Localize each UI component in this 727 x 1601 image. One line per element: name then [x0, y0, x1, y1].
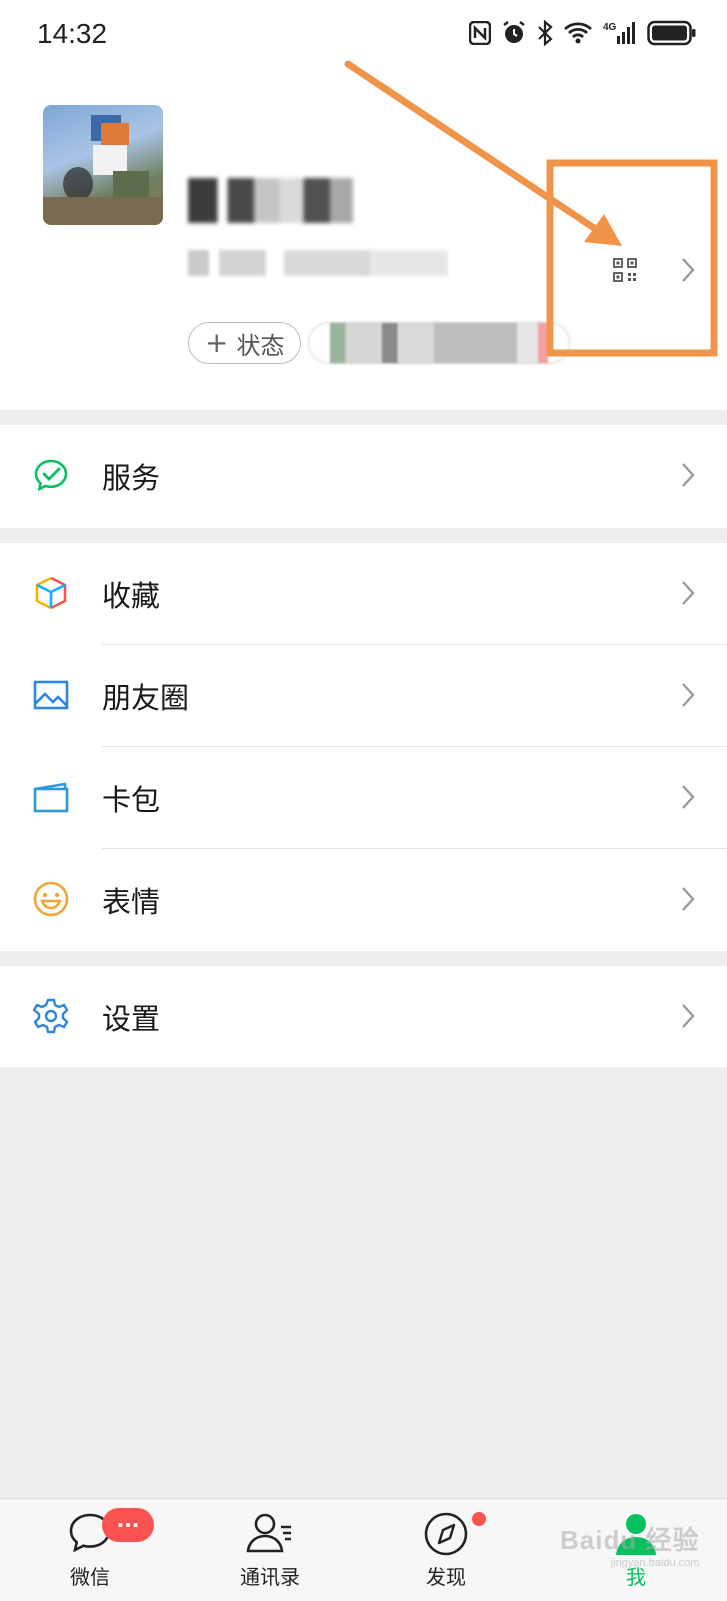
menu-item-stickers[interactable]: 表情 — [0, 849, 727, 949]
menu-item-settings[interactable]: 设置 — [0, 966, 727, 1066]
status-button-label: 状态 — [236, 331, 285, 360]
tab-label: 发现 — [426, 1565, 466, 1589]
contacts-icon — [246, 1513, 291, 1553]
alarm-icon — [503, 21, 525, 43]
svg-text:4G: 4G — [603, 22, 617, 33]
menu-label: 设置 — [102, 1002, 161, 1036]
wechat-id-blurred — [188, 250, 448, 276]
smiley-icon — [33, 881, 69, 917]
menu-item-favorites[interactable]: 收藏 — [0, 543, 727, 643]
status-time: 14:32 — [37, 18, 108, 49]
chevron-right-icon — [682, 1004, 695, 1028]
wifi-icon — [564, 22, 592, 44]
nfc-icon — [469, 21, 491, 45]
friend-status-pill-blurred[interactable] — [308, 322, 570, 364]
compass-icon — [424, 1512, 468, 1556]
chevron-right-icon — [682, 887, 695, 911]
services-icon — [34, 459, 68, 492]
add-status-button[interactable]: + 状态 — [188, 322, 302, 364]
avatar[interactable] — [43, 105, 163, 225]
tab-discover[interactable]: 发现 — [386, 1499, 506, 1601]
menu-group-services: 服务 — [0, 425, 727, 528]
menu-label: 服务 — [102, 461, 161, 495]
tab-contacts[interactable]: 通讯录 — [210, 1499, 330, 1601]
chevron-right-icon — [682, 581, 695, 605]
moments-image-icon — [33, 680, 69, 710]
tab-label: 微信 — [70, 1565, 110, 1589]
menu-label: 表情 — [102, 885, 161, 919]
profile-chevron-icon[interactable] — [680, 256, 696, 284]
menu-group-settings: 设置 — [0, 966, 727, 1067]
favorites-cube-icon — [35, 576, 67, 610]
menu-item-moments[interactable]: 朋友圈 — [0, 645, 727, 745]
watermark-subtext: jingyan.baidu.com — [610, 1557, 700, 1569]
menu-label: 卡包 — [102, 783, 161, 817]
menu-item-services[interactable]: 服务 — [0, 425, 727, 525]
nickname-blurred — [188, 178, 353, 223]
gear-icon — [33, 998, 69, 1034]
tab-label: 通讯录 — [240, 1565, 300, 1589]
qr-code-icon[interactable] — [613, 258, 637, 282]
chevron-right-icon — [682, 463, 695, 487]
menu-label: 朋友圈 — [102, 681, 190, 715]
discover-red-dot — [472, 1512, 486, 1526]
chevron-right-icon — [682, 683, 695, 707]
bluetooth-icon — [538, 20, 553, 46]
chevron-right-icon — [682, 785, 695, 809]
signal-4g-icon: 4G — [603, 22, 635, 44]
menu-item-cards[interactable]: 卡包 — [0, 747, 727, 847]
baidu-watermark: Baidu 经验 jingyan.baidu.com — [560, 1520, 699, 1569]
plus-icon: + — [205, 326, 229, 359]
menu-group-main: 收藏 朋友圈 卡包 表情 — [0, 543, 727, 951]
unread-badge: ··· — [102, 1508, 154, 1542]
watermark-text: Baidu 经验 — [560, 1525, 700, 1555]
battery-icon — [647, 20, 696, 46]
status-icons: 4G — [469, 20, 697, 46]
card-wallet-icon — [33, 782, 69, 813]
menu-label: 收藏 — [102, 579, 161, 613]
